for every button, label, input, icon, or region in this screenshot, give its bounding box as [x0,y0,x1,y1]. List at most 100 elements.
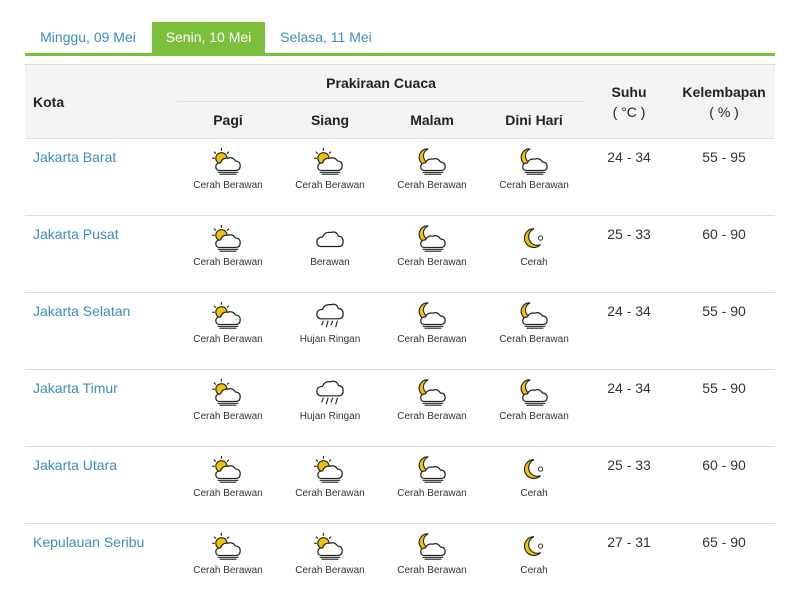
weather-label: Cerah Berawan [177,180,279,191]
weather-label: Cerah Berawan [381,565,483,576]
weather-label: Cerah Berawan [177,565,279,576]
sun-cloud-icon [313,147,347,177]
weather-label: Hujan Ringan [279,334,381,345]
weather-label: Cerah Berawan [279,488,381,499]
date-tabs: Minggu, 09 Mei Senin, 10 Mei Selasa, 11 … [25,22,775,56]
sun-cloud-icon [211,378,245,408]
table-row: Jakarta BaratCerah BerawanCerah BerawanC… [25,139,775,216]
moon-cloud-icon [415,532,449,562]
weather-cell-dini-hari: Cerah Berawan [483,139,585,216]
weather-label: Cerah Berawan [381,180,483,191]
weather-cell-pagi: Cerah Berawan [177,447,279,524]
humidity-value: 60 - 90 [673,216,775,293]
weather-cell-siang: Cerah Berawan [279,447,381,524]
weather-cell-pagi: Cerah Berawan [177,524,279,600]
temp-value: 24 - 34 [585,139,673,216]
rain-cloud-icon [313,301,347,331]
weather-label: Cerah Berawan [177,334,279,345]
temp-value: 25 - 33 [585,447,673,524]
sun-cloud-icon [211,455,245,485]
header-pagi: Pagi [177,102,279,139]
temp-value: 25 - 33 [585,216,673,293]
header-prakiraan: Prakiraan Cuaca [177,65,585,102]
weather-cell-siang: Cerah Berawan [279,524,381,600]
header-dini-hari: Dini Hari [483,102,585,139]
city-link[interactable]: Jakarta Pusat [25,216,177,293]
weather-cell-dini-hari: Cerah Berawan [483,293,585,370]
tab-senin[interactable]: Senin, 10 Mei [152,22,265,53]
weather-label: Cerah Berawan [279,180,381,191]
moon-icon [517,532,551,562]
moon-cloud-icon [415,301,449,331]
weather-label: Cerah Berawan [177,257,279,268]
table-row: Jakarta PusatCerah BerawanBerawanCerah B… [25,216,775,293]
weather-cell-malam: Cerah Berawan [381,216,483,293]
header-suhu-unit: ( °C ) [613,104,646,120]
city-link[interactable]: Jakarta Utara [25,447,177,524]
forecast-rows: Jakarta BaratCerah BerawanCerah BerawanC… [25,139,775,600]
moon-icon [517,224,551,254]
weather-cell-dini-hari: Cerah [483,447,585,524]
city-link[interactable]: Jakarta Selatan [25,293,177,370]
moon-cloud-icon [415,224,449,254]
sun-cloud-icon [313,532,347,562]
weather-label: Cerah Berawan [177,488,279,499]
sun-cloud-icon [211,532,245,562]
moon-cloud-icon [415,147,449,177]
weather-label: Cerah Berawan [381,411,483,422]
humidity-value: 55 - 90 [673,293,775,370]
city-link[interactable]: Kepulauan Seribu [25,524,177,600]
sun-cloud-icon [211,147,245,177]
cloud-icon [313,224,347,254]
weather-label: Cerah Berawan [279,565,381,576]
weather-label: Cerah Berawan [483,180,585,191]
header-kelembapan-unit: ( % ) [709,104,739,120]
tab-minggu[interactable]: Minggu, 09 Mei [25,22,151,53]
weather-label: Cerah Berawan [381,488,483,499]
weather-label: Cerah Berawan [483,411,585,422]
header-suhu: Suhu ( °C ) [585,65,673,139]
moon-cloud-icon [415,455,449,485]
temp-value: 27 - 31 [585,524,673,600]
city-link[interactable]: Jakarta Timur [25,370,177,447]
moon-cloud-icon [517,378,551,408]
humidity-value: 55 - 90 [673,370,775,447]
sun-cloud-icon [313,455,347,485]
city-link[interactable]: Jakarta Barat [25,139,177,216]
temp-value: 24 - 34 [585,370,673,447]
weather-label: Cerah [483,257,585,268]
humidity-value: 60 - 90 [673,447,775,524]
weather-cell-dini-hari: Cerah [483,216,585,293]
weather-label: Berawan [279,257,381,268]
weather-cell-siang: Cerah Berawan [279,139,381,216]
humidity-value: 65 - 90 [673,524,775,600]
table-row: Jakarta SelatanCerah BerawanHujan Ringan… [25,293,775,370]
weather-label: Hujan Ringan [279,411,381,422]
weather-cell-siang: Hujan Ringan [279,370,381,447]
weather-cell-malam: Cerah Berawan [381,139,483,216]
table-row: Jakarta TimurCerah BerawanHujan RinganCe… [25,370,775,447]
header-suhu-label: Suhu [612,84,647,100]
moon-cloud-icon [415,378,449,408]
header-kelembapan-label: Kelembapan [682,84,765,100]
weather-label: Cerah Berawan [381,257,483,268]
weather-cell-pagi: Cerah Berawan [177,139,279,216]
weather-cell-siang: Hujan Ringan [279,293,381,370]
moon-cloud-icon [517,301,551,331]
humidity-value: 55 - 95 [673,139,775,216]
table-row: Kepulauan SeribuCerah BerawanCerah Beraw… [25,524,775,600]
header-malam: Malam [381,102,483,139]
weather-cell-pagi: Cerah Berawan [177,216,279,293]
weather-label: Cerah [483,488,585,499]
weather-cell-pagi: Cerah Berawan [177,293,279,370]
sun-cloud-icon [211,301,245,331]
weather-label: Cerah Berawan [381,334,483,345]
weather-label: Cerah Berawan [483,334,585,345]
weather-cell-malam: Cerah Berawan [381,293,483,370]
weather-cell-malam: Cerah Berawan [381,524,483,600]
rain-cloud-icon [313,378,347,408]
weather-cell-siang: Berawan [279,216,381,293]
weather-cell-dini-hari: Cerah [483,524,585,600]
weather-cell-malam: Cerah Berawan [381,370,483,447]
tab-selasa[interactable]: Selasa, 11 Mei [265,22,387,53]
